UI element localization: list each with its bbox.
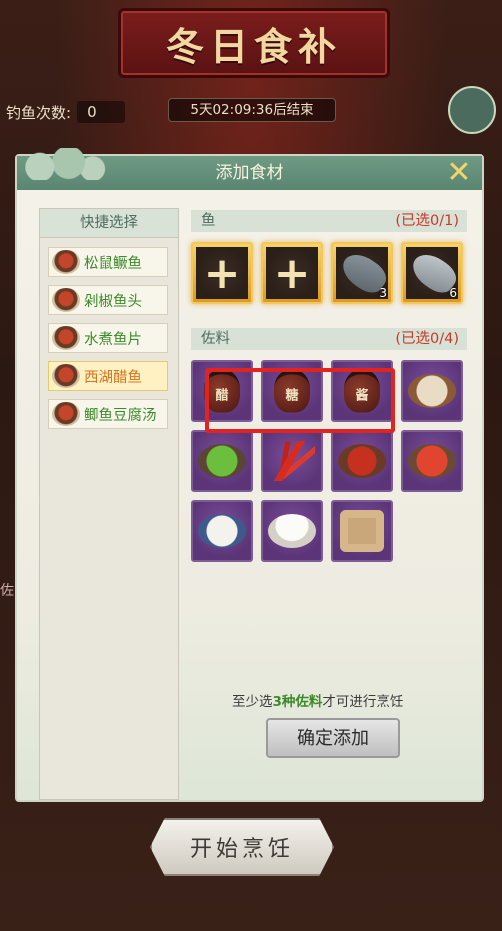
dish-icon [52,364,80,388]
event-timer: 5天02:09:36后结束 [168,98,336,122]
salt-icon [268,514,316,548]
fish-slot[interactable]: 3 [331,242,393,304]
fish-qty: 3 [379,286,387,300]
modal-title: 添加食材 [215,163,284,183]
hint-prefix: 至少选 [232,694,273,710]
quick-item-songshu[interactable]: 松鼠鳜鱼 [48,247,168,277]
chopped-chili-bowl [408,444,456,478]
event-title: 冬日食补 [165,23,342,69]
fish-qty: 6 [449,286,457,300]
fish-slot-empty[interactable]: + [191,242,253,304]
cloud-decoration [11,148,107,180]
seasoning-section-count: (已选0/4) [395,331,459,347]
confirm-add-button[interactable]: 确定添加 [266,718,400,758]
seasoning-slot-sauce[interactable] [331,430,393,492]
start-cooking-button[interactable]: 开始烹饪 [150,818,334,876]
fish-count-label: 钓鱼次数: [6,103,72,122]
quick-item-label: 鲫鱼豆腐汤 [84,407,157,424]
pepper-sack [340,510,384,552]
fish-count-value: 0 [77,101,125,123]
quick-item-label: 西湖醋鱼 [84,369,142,386]
flour-icon [408,374,456,408]
quick-item-label: 松鼠鳜鱼 [84,255,142,272]
hint-emphasis: 3种佐料 [272,694,323,710]
pepper-icon [340,510,384,552]
seasoning-slot-scallion[interactable] [191,430,253,492]
hint-text: 至少选3种佐料才可进行烹饪 [232,690,403,710]
quick-item-label: 剁椒鱼头 [84,293,142,310]
seasoning-slot-salt[interactable] [261,500,323,562]
quick-item-shuizhu[interactable]: 水煮鱼片 [48,323,168,353]
seasoning-slot-flour[interactable] [401,360,463,422]
fish-section-name: 鱼 [201,213,216,229]
scallion-icon [198,444,246,478]
salt-bowl [268,514,316,548]
event-icon[interactable] [448,86,496,134]
chopped-chili-icon [408,444,456,478]
quick-item-label: 水煮鱼片 [84,331,142,348]
seasoning-slot-chopped-chili[interactable] [401,430,463,492]
seasoning-section-header: 佐料 (已选0/4) [191,328,467,350]
seasoning-slot-chili[interactable] [261,430,323,492]
chili-shape [269,441,315,481]
tofu-bowl [198,514,246,548]
seasoning-section-name: 佐料 [201,331,230,347]
quick-item-xihu[interactable]: 西湖醋鱼 [48,361,168,391]
sauce-icon [338,444,386,478]
fish-count: 钓鱼次数: 0 [6,100,125,124]
fish-section-header: 鱼 (已选0/1) [191,210,467,232]
hint-suffix: 才可进行烹饪 [322,694,404,710]
fish-slot-empty[interactable]: + [261,242,323,304]
quick-item-duojiao[interactable]: 剁椒鱼头 [48,285,168,315]
fish-section-count: (已选0/1) [395,213,459,229]
dish-icon [52,250,80,274]
quick-select-title: 快捷选择 [40,209,178,238]
chili-icon [269,441,315,481]
plus-icon: + [273,247,311,299]
side-label: 佐 [0,583,14,599]
add-ingredient-modal: 添加食材 ✕ 快捷选择 松鼠鳜鱼 剁椒鱼头 水煮鱼片 西湖醋鱼 鲫鱼豆腐汤 鱼 … [11,148,484,802]
sauce-bowl [338,444,386,478]
event-banner: 冬日食补 [118,8,390,78]
scallion-bowl [198,444,246,478]
dish-icon [52,402,80,426]
plus-icon: + [203,247,241,299]
flour-bowl [408,374,456,408]
tofu-icon [198,514,246,548]
highlight-box [205,368,395,433]
seasoning-slot-pepper[interactable] [331,500,393,562]
quick-item-jiyu[interactable]: 鲫鱼豆腐汤 [48,399,168,429]
dish-icon [52,288,80,312]
quick-select-panel: 快捷选择 松鼠鳜鱼 剁椒鱼头 水煮鱼片 西湖醋鱼 鲫鱼豆腐汤 [39,208,179,800]
start-cooking-label: 开始烹饪 [189,837,294,862]
seasoning-slot-tofu[interactable] [191,500,253,562]
fish-slot[interactable]: 6 [401,242,463,304]
dish-icon [52,326,80,350]
close-icon[interactable]: ✕ [444,158,474,188]
